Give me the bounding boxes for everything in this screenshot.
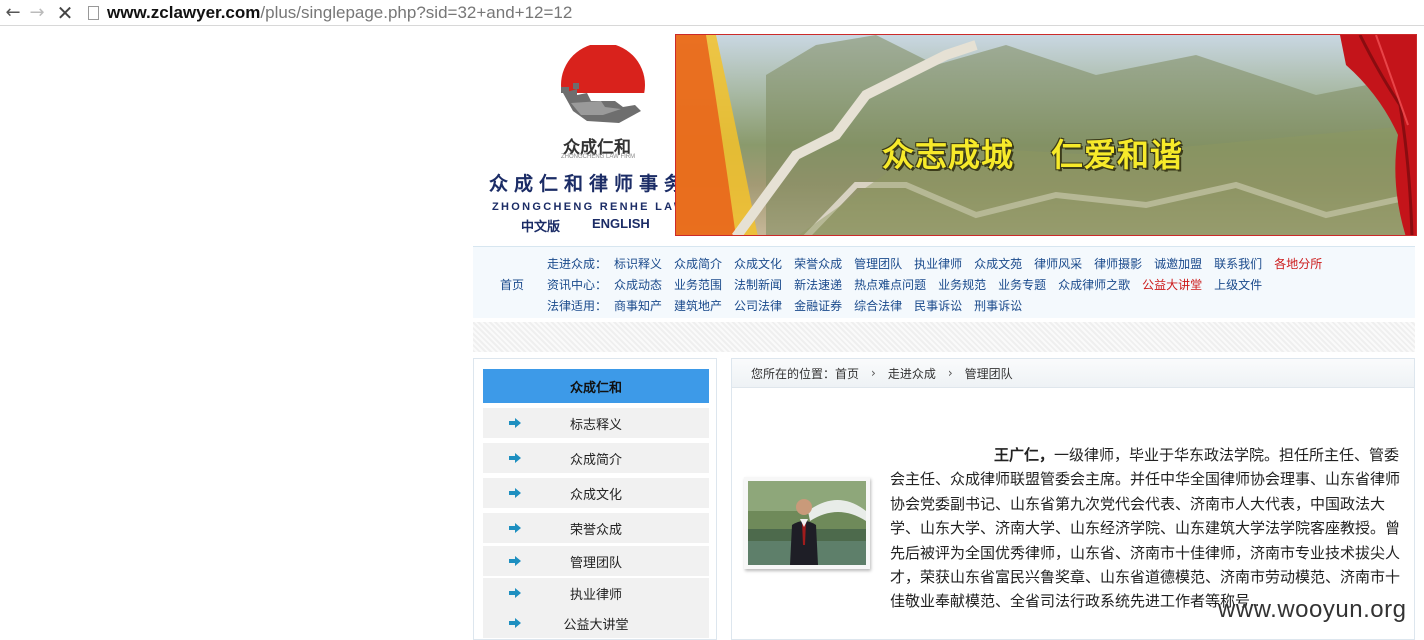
nav-link[interactable]: 民事诉讼 — [914, 297, 962, 315]
nav-link[interactable]: 管理团队 — [854, 255, 902, 273]
page-icon — [88, 5, 99, 20]
sidebar-item[interactable]: 管理团队 — [483, 546, 709, 576]
sidebar-item[interactable]: 众成简介 — [483, 443, 709, 473]
nav-link[interactable]: 刑事诉讼 — [974, 297, 1022, 315]
logo-icon[interactable] — [557, 45, 649, 137]
sidebar: 众成仁和 标志释义 众成简介 众成文化 荣誉众成 管理团队 执业律师 公益大讲堂 — [473, 358, 717, 640]
nav-category: 资讯中心： — [547, 278, 608, 292]
url-path: /plus/singlepage.php?sid=32+and+12=12 — [260, 2, 573, 22]
nav-link[interactable]: 法制新闻 — [734, 276, 782, 294]
great-wall-illustration — [676, 35, 1416, 235]
portrait-image — [748, 481, 866, 565]
nav-link[interactable]: 众成简介 — [674, 255, 722, 273]
main-nav: 首页 走进众成： 标识释义 众成简介 众成文化 荣誉众成 管理团队 执业律师 众… — [473, 246, 1415, 318]
sidebar-item[interactable]: 荣誉众成 — [483, 513, 709, 543]
breadcrumb-prefix: 您所在的位置： — [751, 366, 836, 381]
url-host: www.zclawyer.com — [107, 2, 261, 22]
lang-link-cn[interactable]: 中文版 — [521, 216, 560, 235]
breadcrumb-item[interactable]: 首页 — [835, 365, 859, 382]
nav-link[interactable]: 众成文化 — [734, 255, 782, 273]
nav-link[interactable]: 律师风采 — [1034, 255, 1082, 273]
slogan-1: 众志成城 — [882, 136, 1015, 174]
nav-link[interactable]: 上级文件 — [1214, 276, 1262, 294]
stop-icon[interactable]: ✕ — [54, 1, 76, 25]
nav-link[interactable]: 联系我们 — [1214, 255, 1262, 273]
nav-link[interactable]: 商事知产 — [614, 297, 662, 315]
nav-link[interactable]: 众成律师之歌 — [1058, 276, 1130, 294]
watermark-text: www.wooyun.org — [1218, 596, 1407, 623]
logo-subtext: ZHONGCHENG LAW FIRM — [561, 154, 636, 160]
browser-toolbar: ← → ✕ www.zclawyer.com/plus/singlepage.p… — [0, 0, 1424, 26]
nav-link[interactable]: 业务规范 — [938, 276, 986, 294]
divider-stripe — [473, 322, 1415, 352]
nav-link[interactable]: 建筑地产 — [674, 297, 722, 315]
nav-link[interactable]: 综合法律 — [854, 297, 902, 315]
nav-link-branches[interactable]: 各地分所 — [1274, 255, 1322, 273]
nav-link[interactable]: 业务专题 — [998, 276, 1046, 294]
nav-row: 资讯中心： 众成动态 业务范围 法制新闻 新法速递 热点难点问题 业务规范 业务… — [547, 276, 1274, 294]
sidebar-item[interactable]: 执业律师 — [483, 578, 709, 608]
bio-text: 一级律师，毕业于华东政法学院。担任所主任、管委会主任、众成律师联盟管委会主席。并… — [890, 446, 1401, 611]
curtain-icon — [1340, 35, 1416, 235]
lawyer-name: 王广仁， — [994, 446, 1055, 464]
lawyer-photo — [744, 477, 870, 569]
nav-link[interactable]: 金融证券 — [794, 297, 842, 315]
nav-category: 法律适用： — [547, 299, 608, 313]
sidebar-item[interactable]: 标志释义 — [483, 408, 709, 438]
header-banner: 众志成城 仁爱和谐 — [675, 34, 1417, 236]
nav-link[interactable]: 荣誉众成 — [794, 255, 842, 273]
arrow-right-icon — [509, 453, 521, 463]
breadcrumb: 您所在的位置： 首页 › 走进众成 › 管理团队 — [732, 359, 1414, 388]
nav-link[interactable]: 公司法律 — [734, 297, 782, 315]
nav-link-lecture[interactable]: 公益大讲堂 — [1142, 276, 1202, 294]
arrow-right-icon — [509, 588, 521, 598]
address-bar[interactable]: www.zclawyer.com/plus/singlepage.php?sid… — [107, 3, 572, 23]
nav-link[interactable]: 诚邀加盟 — [1154, 255, 1202, 273]
nav-link[interactable]: 标识释义 — [614, 255, 662, 273]
breadcrumb-item[interactable]: 走进众成 — [888, 365, 936, 382]
site-header: 众成仁和 ZHONGCHENG LAW FIRM 众成仁和律师事务所 ZHONG… — [473, 33, 1417, 237]
nav-link[interactable]: 众成动态 — [614, 276, 662, 294]
sidebar-item[interactable]: 众成文化 — [483, 478, 709, 508]
nav-link[interactable]: 热点难点问题 — [854, 276, 926, 294]
lang-link-en[interactable]: ENGLISH — [592, 216, 650, 231]
breadcrumb-item[interactable]: 管理团队 — [965, 365, 1013, 382]
sidebar-item[interactable]: 公益大讲堂 — [483, 608, 709, 638]
arrow-right-icon — [509, 418, 521, 428]
lawyer-bio: 王广仁，一级律师，毕业于华东政法学院。担任所主任、管委会主任、众成律师联盟管委会… — [890, 443, 1404, 614]
chevron-right-icon: › — [947, 366, 953, 380]
arrow-right-icon — [509, 556, 521, 566]
nav-home[interactable]: 首页 — [500, 276, 524, 293]
arrow-right-icon — [509, 618, 521, 628]
nav-link[interactable]: 执业律师 — [914, 255, 962, 273]
nav-link[interactable]: 律师摄影 — [1094, 255, 1142, 273]
nav-link[interactable]: 业务范围 — [674, 276, 722, 294]
nav-row: 法律适用： 商事知产 建筑地产 公司法律 金融证券 综合法律 民事诉讼 刑事诉讼 — [547, 297, 1034, 315]
nav-link[interactable]: 新法速递 — [794, 276, 842, 294]
arrow-right-icon — [509, 488, 521, 498]
nav-link[interactable]: 众成文苑 — [974, 255, 1022, 273]
slogan-2: 仁爱和谐 — [1051, 136, 1184, 174]
chevron-right-icon: › — [871, 366, 876, 380]
arrow-right-icon — [509, 523, 521, 533]
nav-category: 走进众成： — [547, 257, 608, 271]
sidebar-title: 众成仁和 — [483, 369, 709, 403]
forward-arrow-icon[interactable]: → — [26, 2, 48, 24]
nav-row: 走进众成： 标识释义 众成简介 众成文化 荣誉众成 管理团队 执业律师 众成文苑… — [547, 255, 1334, 273]
back-arrow-icon[interactable]: ← — [2, 2, 24, 24]
